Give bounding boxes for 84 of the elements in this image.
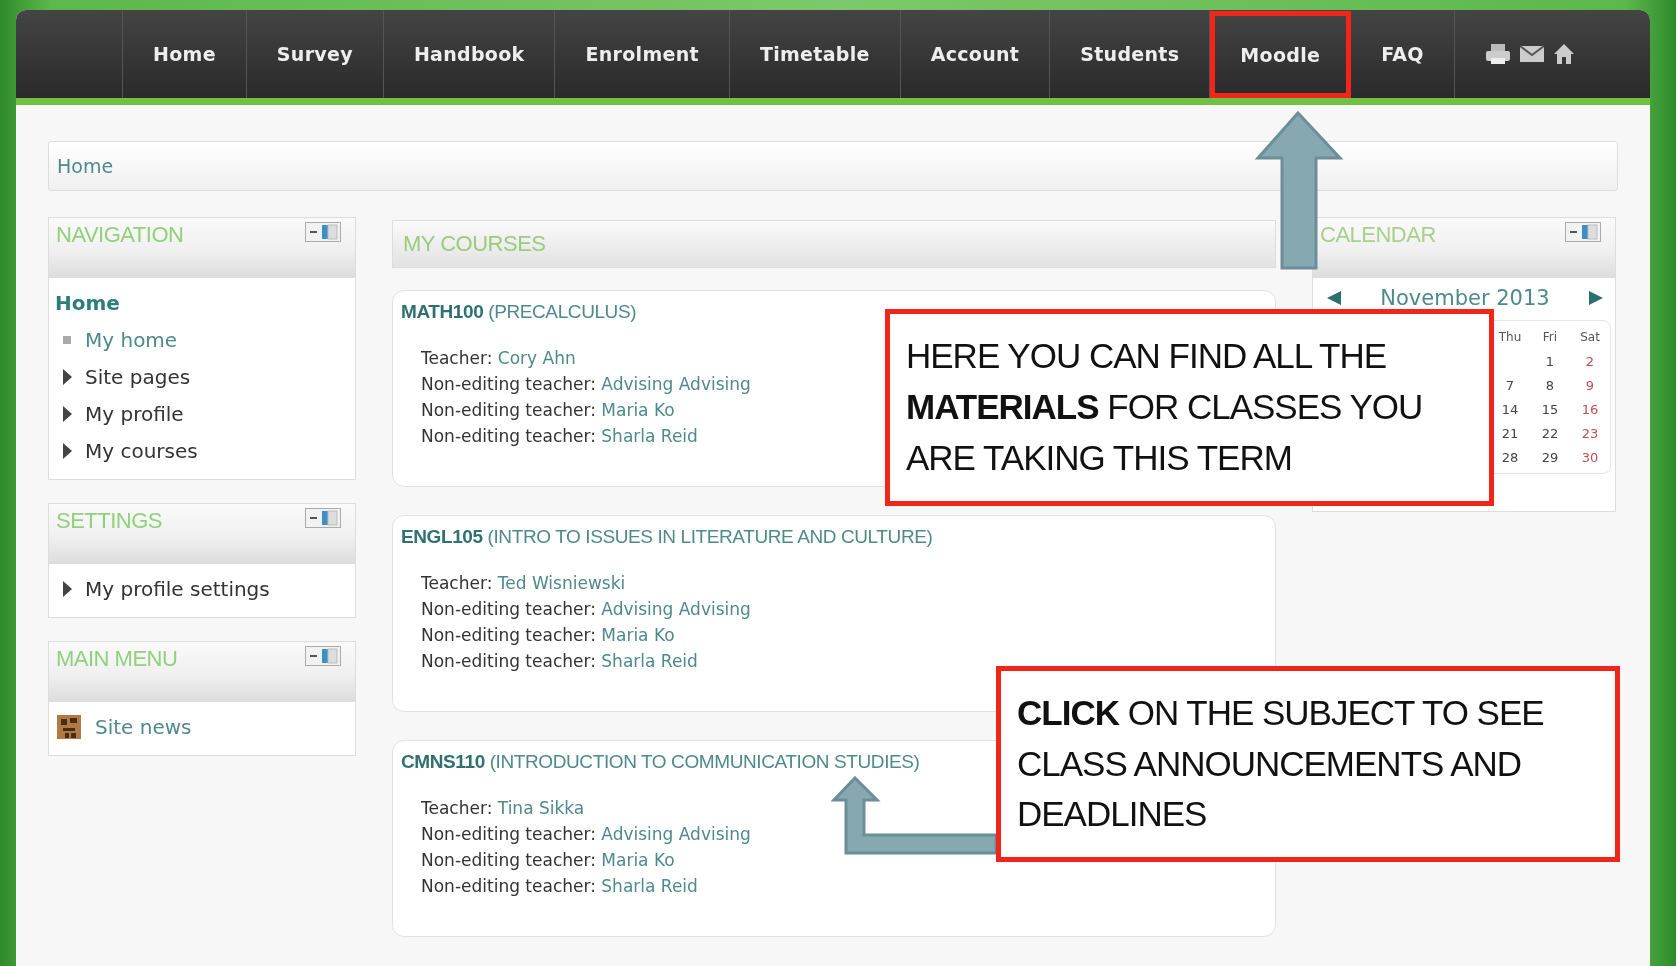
teacher-role: Non-editing teacher: <box>421 625 596 645</box>
teacher-link[interactable]: Sharla Reid <box>601 426 698 446</box>
nav-tree-link[interactable]: Site news <box>95 714 192 739</box>
calendar-day[interactable]: 21 <box>1501 425 1519 441</box>
weekday-header: Sat <box>1580 330 1600 344</box>
nav-link[interactable]: Survey <box>246 10 384 98</box>
nav-link[interactable]: Home <box>123 10 247 98</box>
nav-link[interactable]: Account <box>900 10 1051 98</box>
dock-icon[interactable] <box>305 222 341 242</box>
teacher-link[interactable]: Maria Ko <box>601 400 675 420</box>
next-month-icon[interactable] <box>1589 291 1603 305</box>
teacher-link[interactable]: Advising Advising <box>601 824 751 844</box>
calendar-day[interactable]: 22 <box>1541 425 1559 441</box>
teacher-role: Non-editing teacher: <box>421 824 596 844</box>
previous-month-icon[interactable] <box>1327 291 1341 305</box>
teacher-role: Non-editing teacher: <box>421 400 596 420</box>
teacher-link[interactable]: Maria Ko <box>601 850 675 870</box>
teacher-link[interactable]: Maria Ko <box>601 625 675 645</box>
course-title-link[interactable]: ENGL105 (INTRO TO ISSUES IN LITERATURE AND CULTURE) <box>401 526 933 547</box>
nav-tree-link[interactable]: Site pages <box>85 364 191 389</box>
teacher-link[interactable]: Sharla Reid <box>601 651 698 671</box>
nav-tree-link[interactable]: My profile <box>85 401 184 426</box>
home-icon[interactable] <box>1552 43 1575 65</box>
expand-arrow-icon[interactable] <box>63 405 72 422</box>
nav-link[interactable]: Students <box>1050 10 1211 98</box>
expand-arrow-icon[interactable] <box>63 442 72 459</box>
dock-icon[interactable] <box>305 646 341 666</box>
teacher-link[interactable]: Advising Advising <box>601 599 751 619</box>
teacher-role: Teacher: <box>421 573 493 593</box>
calendar-day[interactable]: 30 <box>1581 449 1599 465</box>
weekday-header: Thu <box>1498 330 1522 344</box>
nav-tree-link[interactable]: My home <box>85 327 178 352</box>
breadcrumb-link[interactable]: Home <box>57 155 114 177</box>
calendar-day[interactable]: 15 <box>1541 401 1559 417</box>
nav-tree-link[interactable]: My profile settings <box>85 576 270 601</box>
nav-tree-link[interactable]: My courses <box>85 438 198 463</box>
callout-text: CLICK ON THE SUBJECT TO SEE CLASS ANNOUNCEMENTS AND DEADLINES <box>1017 691 1545 836</box>
course-title-link[interactable]: MATH100 (PRECALCULUS) <box>401 301 637 322</box>
bullet-icon <box>63 335 71 344</box>
nav-link[interactable]: Handbook <box>383 10 556 98</box>
teacher-link[interactable]: Cory Ahn <box>497 348 576 368</box>
block-title: SETTINGS <box>56 508 162 534</box>
expand-arrow-icon[interactable] <box>63 368 72 385</box>
mail-icon[interactable] <box>1518 45 1545 63</box>
teacher-role: Non-editing teacher: <box>421 876 596 896</box>
block-title: NAVIGATION <box>56 222 184 248</box>
teacher-role: Non-editing teacher: <box>421 374 596 394</box>
block-title: MAIN MENU <box>56 646 178 672</box>
teacher-role: Non-editing teacher: <box>421 850 596 870</box>
nav-link[interactable]: FAQ <box>1351 10 1455 98</box>
weekday-header: Fri <box>1542 330 1558 344</box>
teacher-link[interactable]: Sharla Reid <box>601 876 698 896</box>
calendar-day[interactable]: 28 <box>1501 449 1519 465</box>
printer-icon[interactable] <box>1484 43 1511 65</box>
calendar-day[interactable]: 16 <box>1581 401 1599 417</box>
teacher-link[interactable]: Ted Wisniewski <box>497 573 626 593</box>
block-title: CALENDAR <box>1320 222 1436 248</box>
month-title: November 2013 <box>1380 286 1550 310</box>
calendar-day[interactable]: 1 <box>1545 353 1555 369</box>
calendar-day[interactable]: 14 <box>1501 401 1519 417</box>
teacher-role: Non-editing teacher: <box>421 599 596 619</box>
nav-tree-item[interactable]: Home <box>55 290 120 315</box>
teacher-link[interactable]: Advising Advising <box>601 374 751 394</box>
nav-link[interactable]: Moodle <box>1210 11 1352 98</box>
section-title: MY COURSES <box>403 231 546 257</box>
nav-link[interactable]: Timetable <box>729 10 901 98</box>
nav-link[interactable]: Enrolment <box>555 10 730 98</box>
dock-icon[interactable] <box>305 508 341 528</box>
site-news-icon <box>57 714 81 739</box>
calendar-day[interactable]: 2 <box>1585 353 1595 369</box>
calendar-day[interactable]: 8 <box>1545 377 1555 393</box>
calendar-day[interactable]: 23 <box>1581 425 1599 441</box>
callout-text: HERE YOU CAN FIND ALL THE MATERIALS FOR CLASSES YOU ARE TAKING THIS TERM <box>906 335 1424 479</box>
teacher-role: Teacher: <box>421 798 493 818</box>
calendar-day[interactable]: 9 <box>1585 377 1595 393</box>
expand-arrow-icon[interactable] <box>63 580 72 597</box>
course-title-link[interactable]: CMNS110 (INTRODUCTION TO COMMUNICATION STUDIES) <box>401 751 920 772</box>
teacher-role: Non-editing teacher: <box>421 651 596 671</box>
dock-icon[interactable] <box>1565 222 1601 242</box>
calendar-day[interactable]: 7 <box>1505 377 1515 393</box>
teacher-role: Teacher: <box>421 348 493 368</box>
teacher-role: Non-editing teacher: <box>421 426 596 446</box>
calendar-day[interactable]: 29 <box>1541 449 1559 465</box>
teacher-link[interactable]: Tina Sikka <box>497 798 585 818</box>
